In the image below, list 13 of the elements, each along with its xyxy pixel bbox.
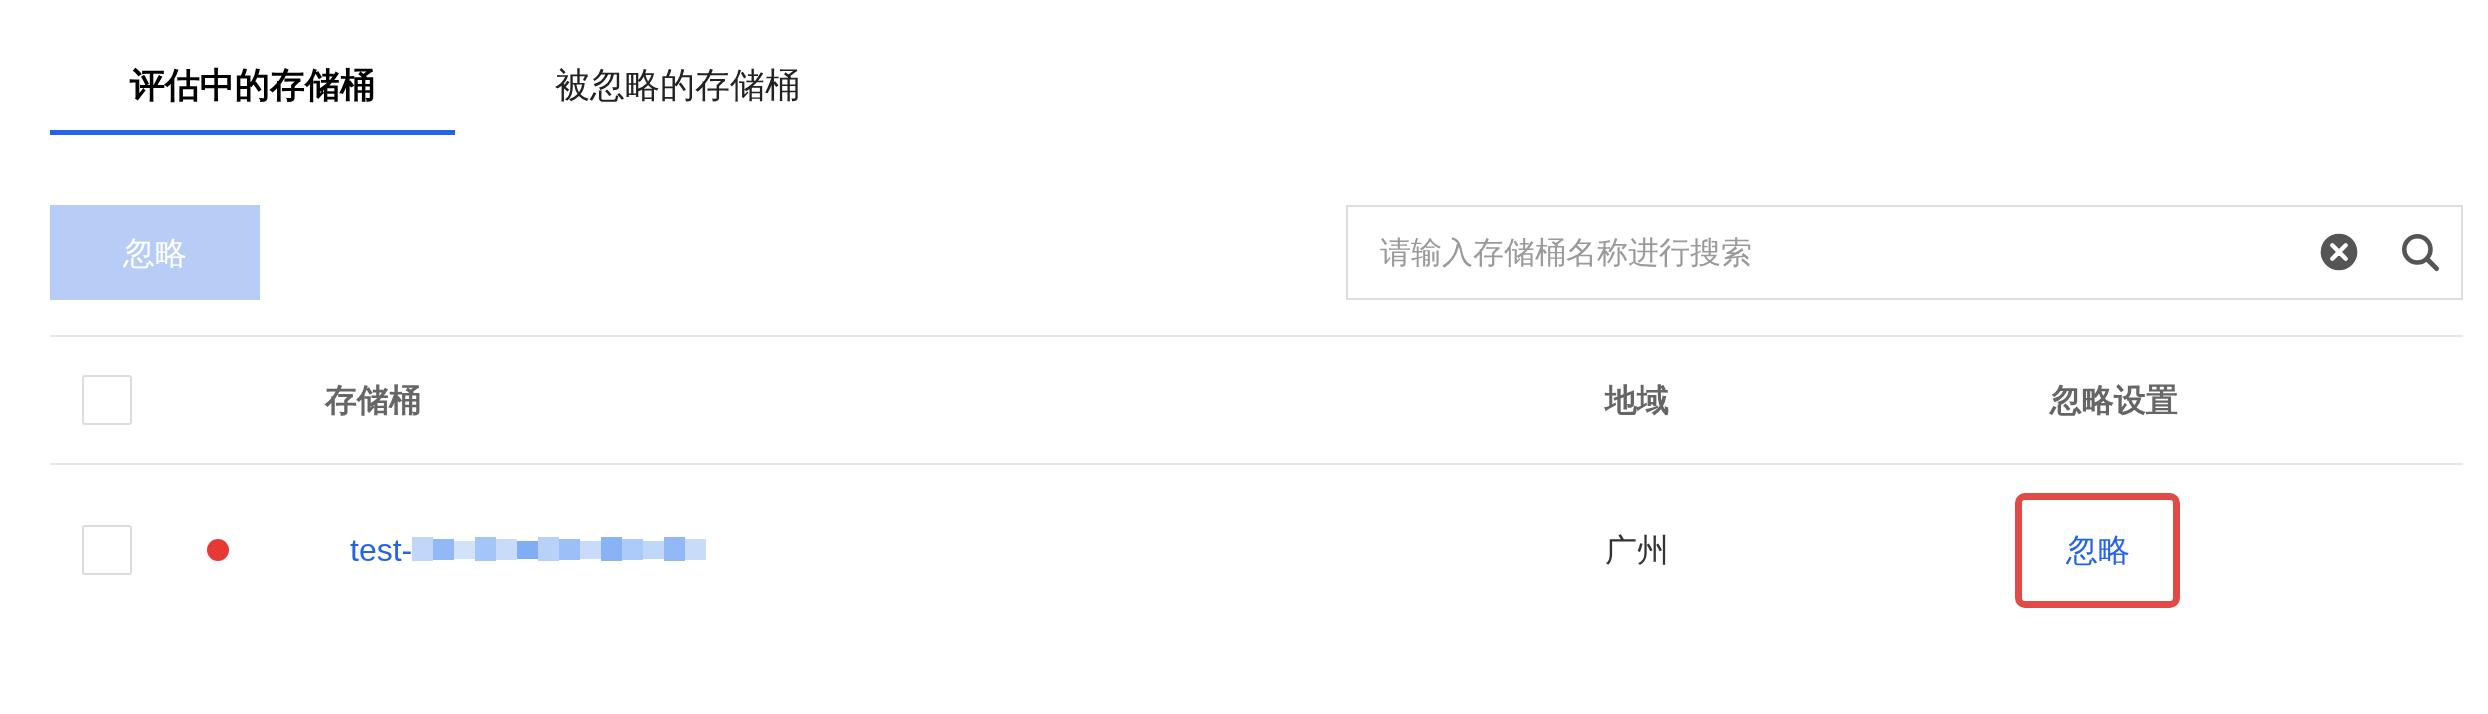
tab[interactable]: 评估中的存储桶	[50, 40, 455, 135]
tab[interactable]: 被忽略的存储桶	[475, 40, 880, 135]
table-cell-text: 广州	[1605, 531, 1670, 570]
search-icon[interactable]	[2399, 231, 2441, 273]
checkbox[interactable]	[82, 525, 132, 575]
ignore-link[interactable]: 忽略	[2015, 492, 2180, 608]
column-header: 地域	[1605, 381, 1670, 420]
clear-icon[interactable]	[2319, 232, 2359, 272]
column-header: 忽略设置	[2050, 381, 2178, 420]
checkbox[interactable]	[82, 375, 132, 425]
column-header: 存储桶	[325, 381, 422, 420]
search-field[interactable]: 请输入存储桶名称进行搜索	[1346, 205, 2463, 300]
bucket-link[interactable]: test-	[350, 526, 413, 574]
